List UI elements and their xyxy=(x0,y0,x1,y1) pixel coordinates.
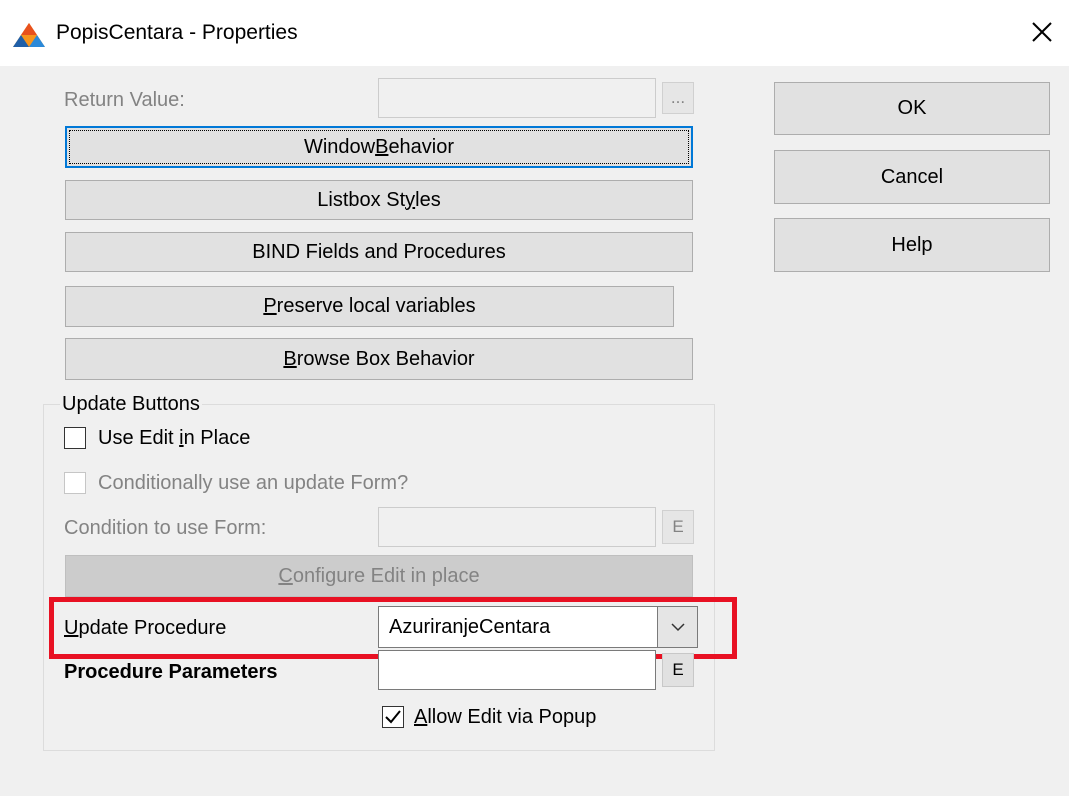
use-edit-in-place-label-post: n Place xyxy=(183,427,251,449)
window-behavior-label-key: B xyxy=(375,135,389,158)
checkmark-icon xyxy=(385,710,401,724)
listbox-styles-button[interactable]: Listbox St y les xyxy=(65,180,693,220)
help-label: Help xyxy=(891,233,933,256)
allow-edit-popup-label-post: llow Edit via Popup xyxy=(427,706,597,728)
ok-button[interactable]: OK xyxy=(774,82,1050,135)
preserve-local-variables-button[interactable]: Preserve local variables xyxy=(65,286,674,327)
procedure-parameters-expression-button[interactable]: E xyxy=(662,653,694,687)
procedure-parameters-label: Procedure Parameters xyxy=(64,661,278,683)
conditionally-update-form-checkbox xyxy=(64,472,86,494)
return-value-ellipsis-button: ... xyxy=(662,82,694,114)
window-behavior-label-post: ehavior xyxy=(388,135,455,158)
configure-edit-label-post: onfigure Edit in place xyxy=(292,564,480,587)
browse-box-behavior-button[interactable]: Browse Box Behavior xyxy=(65,338,693,380)
ok-label: OK xyxy=(897,97,927,119)
use-edit-in-place-checkbox[interactable] xyxy=(64,427,86,449)
allow-edit-popup-checkbox[interactable] xyxy=(382,706,404,728)
return-value-label: Return Value: xyxy=(64,89,185,111)
window-behavior-button[interactable]: Window Behavior xyxy=(65,126,693,168)
app-icon xyxy=(13,23,45,47)
return-value-field xyxy=(378,78,656,118)
procedure-parameters-field[interactable] xyxy=(378,650,656,690)
cancel-label: Cancel xyxy=(880,165,944,188)
configure-edit-label-key: C xyxy=(278,564,293,587)
cancel-button[interactable]: Cancel xyxy=(774,150,1050,204)
allow-edit-popup-label[interactable]: Allow Edit via Popup xyxy=(414,704,596,730)
listbox-styles-label-post: les xyxy=(415,188,441,211)
update-buttons-group-title: Update Buttons xyxy=(60,391,202,417)
preserve-local-label-key: P xyxy=(263,295,277,317)
help-button[interactable]: Help xyxy=(774,218,1050,272)
bind-fields-label: BIND Fields and Procedures xyxy=(252,240,506,263)
bind-fields-button[interactable]: BIND Fields and Procedures xyxy=(65,232,693,272)
use-edit-in-place-label-pre: Use Edit xyxy=(98,427,180,449)
listbox-styles-label-key: y xyxy=(405,188,416,211)
condition-to-use-form-label: Condition to use Form: xyxy=(64,517,267,539)
window-title: PopisCentara - Properties xyxy=(56,21,298,44)
use-edit-in-place-label[interactable]: Use Edit in Place xyxy=(98,425,250,451)
configure-edit-in-place-button: Configure Edit in place xyxy=(65,555,693,597)
listbox-styles-label-pre: Listbox St xyxy=(317,188,406,211)
allow-edit-popup-label-key: A xyxy=(414,706,428,728)
preserve-local-label-post: reserve local variables xyxy=(276,295,476,317)
window-behavior-label-pre: Window xyxy=(303,135,376,158)
conditionally-update-form-label: Conditionally use an update Form? xyxy=(98,472,409,494)
browse-box-label-post: rowse Box Behavior xyxy=(296,347,475,370)
condition-expression-button: E xyxy=(662,510,694,544)
condition-to-use-form-field xyxy=(378,507,656,547)
browse-box-label-key: B xyxy=(283,347,297,370)
close-icon[interactable] xyxy=(1026,16,1058,48)
